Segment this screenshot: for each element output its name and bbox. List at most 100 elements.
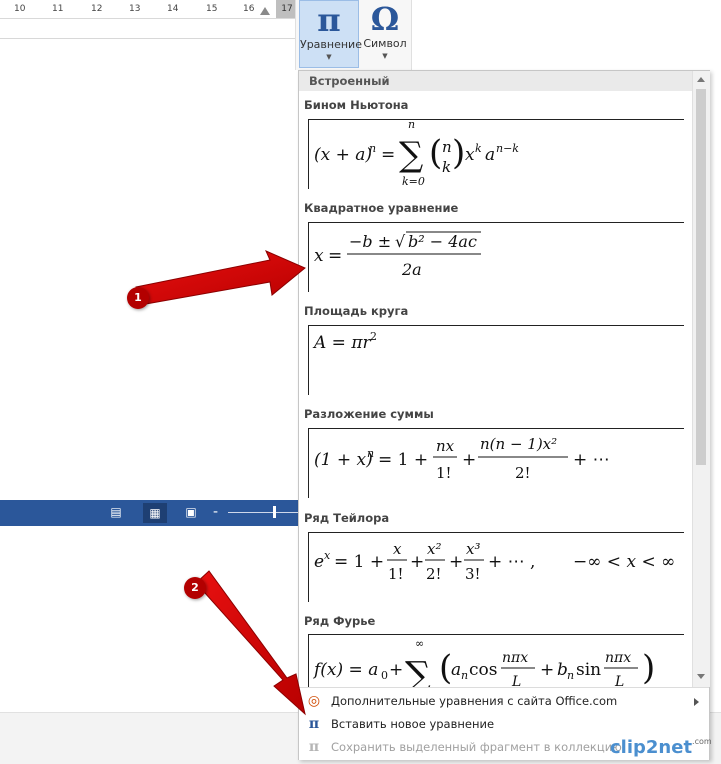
indent-marker[interactable] — [260, 7, 270, 15]
gallery-item-title: Разложение суммы — [304, 407, 434, 421]
watermark-suffix: .com — [692, 737, 712, 746]
annotation-badge-1: 1 — [127, 287, 149, 309]
svg-text:1!: 1! — [388, 565, 404, 583]
ruler-tick: 11 — [52, 4, 64, 14]
svg-text:2a: 2a — [401, 260, 422, 279]
svg-text:(1 + x): (1 + x) — [314, 450, 373, 470]
scrollbar-thumb[interactable] — [696, 89, 706, 465]
svg-text:x: x — [314, 246, 324, 266]
svg-text:n: n — [369, 142, 376, 155]
zoom-slider-thumb[interactable] — [273, 506, 276, 518]
gallery-item-title: Квадратное уравнение — [304, 201, 459, 215]
svg-text:n: n — [567, 669, 574, 682]
ribbon-symbols-group: π Уравнение ▼ Ω Символ ▼ — [295, 0, 412, 70]
gallery-scrollbar[interactable] — [692, 71, 710, 687]
svg-text:k: k — [442, 158, 451, 176]
svg-text:x: x — [324, 549, 331, 562]
equation-circle-area[interactable]: A = πr 2 — [308, 325, 684, 395]
ruler-tick: 16 — [243, 4, 255, 14]
equation-gallery: Встроенный Бином Ньютона (x + a) n = ∑ n… — [298, 70, 710, 760]
ruler-tick: 12 — [91, 4, 103, 14]
svg-text:+: + — [449, 552, 463, 572]
svg-text:n(n − 1)x²: n(n − 1)x² — [480, 435, 557, 453]
svg-text:=: = — [381, 145, 395, 165]
symbol-button-label: Символ — [363, 37, 407, 50]
arrow-1 — [135, 250, 306, 306]
svg-text:+ ⋯ ,: + ⋯ , — [488, 552, 535, 572]
svg-text:x: x — [465, 145, 475, 165]
gallery-item-title: Ряд Фурье — [304, 614, 376, 628]
svg-text:): ) — [452, 133, 465, 173]
svg-text:+: + — [462, 450, 476, 470]
svg-text:x²: x² — [427, 540, 441, 558]
svg-text:= 1 +: = 1 + — [334, 552, 384, 572]
svg-text:−∞ < x < ∞: −∞ < x < ∞ — [573, 552, 675, 572]
svg-text:e: e — [314, 552, 324, 572]
svg-text:a: a — [451, 660, 461, 680]
svg-text:+: + — [389, 660, 403, 680]
watermark-text: clip2net — [610, 737, 693, 758]
equation-taylor[interactable]: e x = 1 + x 1! + x² 2! + x³ 3! + ⋯ , −∞ … — [308, 532, 684, 602]
gallery-item-title: Бином Ньютона — [304, 98, 409, 112]
svg-text:∞: ∞ — [415, 637, 424, 650]
ruler-tick: 14 — [167, 4, 179, 14]
equation-render: x = −b ± √ b² − 4ac 2a — [314, 231, 481, 279]
pi-icon: π — [308, 716, 320, 732]
equation-binomial[interactable]: (x + a) n = ∑ n k=0 ( n k ) x k a n−k — [308, 119, 684, 189]
office-icon: ◎ — [307, 693, 321, 709]
svg-text:n: n — [461, 669, 468, 682]
status-bar: ▤ ▦ ▣ - — [0, 500, 298, 526]
svg-text:b² − 4ac: b² − 4ac — [408, 232, 477, 251]
equation-render: f(x) = a 0 + ∑ ∞ ( a n cos nπx L + b n s… — [312, 637, 655, 687]
svg-text:+: + — [410, 552, 424, 572]
equation-button[interactable]: π Уравнение ▼ — [299, 0, 362, 68]
zoom-slider[interactable] — [228, 512, 298, 513]
svg-text:2: 2 — [370, 330, 377, 343]
insert-new-equation-label: Вставить новое уравнение — [331, 717, 495, 731]
ruler-tick: 13 — [129, 4, 141, 14]
svg-text:k=0: k=0 — [402, 175, 425, 188]
svg-text:(x + a): (x + a) — [314, 145, 372, 165]
save-gallery-icon: π — [308, 739, 320, 755]
equation-quadratic[interactable]: x = −b ± √ b² − 4ac 2a — [308, 222, 684, 292]
svg-text:x³: x³ — [466, 540, 480, 558]
scroll-up-icon[interactable] — [697, 77, 705, 82]
web-layout-icon[interactable]: ▣ — [183, 505, 199, 519]
scroll-down-icon[interactable] — [697, 674, 705, 679]
svg-text:k: k — [475, 142, 482, 155]
svg-text:3!: 3! — [465, 565, 481, 583]
svg-text:nx: nx — [436, 437, 455, 455]
zoom-out-button[interactable]: - — [213, 505, 218, 519]
save-selection-label: Сохранить выделенный фрагмент в коллекци… — [331, 740, 622, 754]
svg-text:a: a — [485, 145, 495, 165]
read-mode-icon[interactable]: ▤ — [108, 505, 124, 519]
svg-text:(: ( — [429, 133, 442, 173]
insert-new-equation-item[interactable]: π Вставить новое уравнение — [299, 713, 709, 735]
svg-text:n: n — [367, 447, 374, 460]
svg-text:A = πr: A = πr — [312, 333, 372, 353]
ruler-tick: 15 — [206, 4, 218, 14]
equation-fourier[interactable]: f(x) = a 0 + ∑ ∞ ( a n cos nπx L + b n s… — [308, 634, 684, 687]
svg-text:n−k: n−k — [496, 142, 519, 155]
svg-text:∑: ∑ — [399, 135, 423, 175]
equation-render: e x = 1 + x 1! + x² 2! + x³ 3! + ⋯ , −∞ … — [314, 540, 675, 583]
more-equations-office-item[interactable]: ◎ Дополнительные уравнения с сайта Offic… — [299, 690, 709, 712]
pi-icon: π — [317, 1, 341, 39]
equation-sum-expansion[interactable]: (1 + x) n = 1 + nx 1! + n(n − 1)x² 2! + … — [308, 428, 684, 498]
symbol-button[interactable]: Ω Символ ▼ — [362, 0, 408, 68]
svg-text:+ ⋯: + ⋯ — [573, 450, 610, 470]
equation-render: A = πr 2 — [312, 330, 377, 353]
svg-text:2!: 2! — [515, 464, 531, 482]
svg-text:nπx: nπx — [502, 650, 528, 666]
svg-text:sin: sin — [576, 660, 601, 680]
svg-text:+: + — [540, 660, 554, 680]
equation-button-label: Уравнение — [300, 38, 362, 51]
chevron-down-icon: ▼ — [382, 52, 388, 60]
svg-text:= 1 +: = 1 + — [378, 450, 428, 470]
svg-text:n: n — [408, 120, 415, 131]
svg-text:): ) — [642, 648, 655, 687]
chevron-down-icon: ▼ — [326, 53, 332, 61]
horizontal-ruler[interactable]: 10 11 12 13 14 15 16 — [0, 0, 300, 19]
annotation-badge-2: 2 — [184, 577, 206, 599]
print-layout-icon[interactable]: ▦ — [143, 503, 167, 523]
